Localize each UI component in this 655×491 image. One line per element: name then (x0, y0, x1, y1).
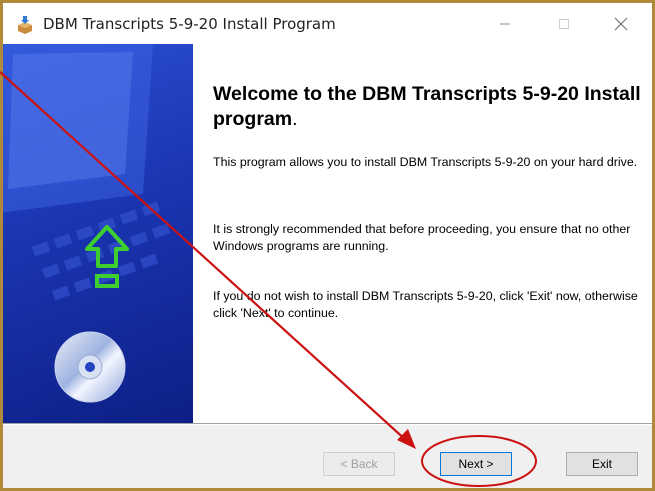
close-icon (614, 17, 628, 30)
instruction-paragraph: If you do not wish to install DBM Transc… (213, 289, 638, 320)
installer-window: DBM Transcripts 5-9-20 Install Program W… (0, 0, 655, 491)
exit-button[interactable]: Exit (566, 452, 638, 476)
minimize-button[interactable] (482, 3, 528, 44)
back-button[interactable]: < Back (323, 452, 395, 476)
title-bar[interactable]: DBM Transcripts 5-9-20 Install Program (3, 3, 652, 44)
installer-banner-image (3, 44, 193, 423)
cd-disc-icon (54, 331, 126, 403)
install-arrow-icon (85, 225, 129, 288)
installer-box-icon (18, 16, 32, 34)
maximize-button[interactable] (541, 3, 587, 44)
next-button[interactable]: Next > (440, 452, 512, 476)
window-title: DBM Transcripts 5-9-20 Install Program (43, 15, 336, 33)
welcome-heading-text: Welcome to the DBM Transcripts 5-9-20 In… (213, 83, 641, 130)
content-panel: Welcome to the DBM Transcripts 5-9-20 In… (193, 44, 652, 423)
welcome-heading: Welcome to the DBM Transcripts 5-9-20 In… (213, 82, 643, 132)
close-button[interactable] (598, 3, 644, 44)
footer-divider-highlight (3, 424, 652, 425)
maximize-icon (559, 18, 569, 29)
welcome-heading-dot: . (292, 108, 298, 130)
intro-paragraph: This program allows you to install DBM T… (213, 155, 638, 169)
minimize-icon (500, 23, 510, 24)
warning-paragraph: It is strongly recommended that before p… (213, 222, 631, 253)
